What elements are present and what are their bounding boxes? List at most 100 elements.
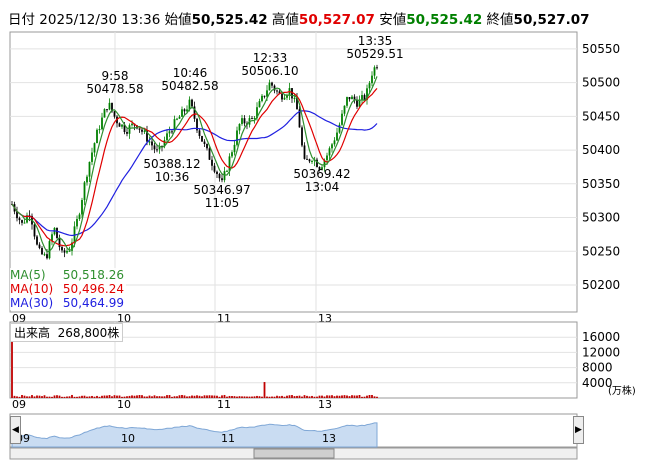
annotation-time: 10:46 <box>173 66 208 80</box>
candle-body <box>203 141 206 144</box>
candle-body <box>218 174 221 179</box>
candle-body <box>81 199 83 215</box>
annotation-value: 50346.97 <box>193 183 250 197</box>
volume-bar <box>101 395 103 398</box>
volume-bar <box>198 395 201 398</box>
right-arrow-icon: ▶ <box>575 425 582 435</box>
volume-bar <box>231 396 233 398</box>
candle-body <box>303 145 306 159</box>
volume-bar <box>141 395 143 398</box>
candle-body <box>128 125 131 134</box>
volume-bar <box>166 395 168 398</box>
volume-bar <box>281 395 283 398</box>
volume-bar <box>151 396 153 398</box>
candle-body <box>43 254 46 256</box>
volume-bar <box>68 396 71 398</box>
volume-bar <box>236 396 238 398</box>
annotation-time: 12:33 <box>253 51 288 65</box>
annotation-value: 50529.51 <box>346 47 403 61</box>
ma10-value: 50,496.24 <box>62 282 124 296</box>
candle-body <box>271 82 273 86</box>
volume-bar <box>256 395 258 398</box>
volume-bar <box>88 396 91 398</box>
volume-bar <box>168 395 171 398</box>
volume-tick-label: 16000 <box>582 330 620 344</box>
candle-body <box>183 109 186 112</box>
price-axis: 50550 50500 50450 50400 50350 50300 50250 50200 <box>582 42 620 292</box>
volume-time-label: 09 <box>12 398 26 411</box>
annotation-value: 50369.42 <box>293 167 350 181</box>
candle-body <box>206 143 208 149</box>
volume-bar <box>351 395 353 398</box>
candle-body <box>151 141 153 146</box>
volume-bar <box>273 396 276 398</box>
ma-legend: MA(5) 50,518.26 MA(10) 50,496.24 MA(30) 50,… <box>10 268 126 310</box>
candle-body <box>281 93 283 100</box>
volume-bar <box>308 396 311 398</box>
annotation-time: 11:05 <box>205 196 240 210</box>
volume-bar <box>283 396 286 398</box>
volume-bar <box>111 396 113 398</box>
chart-canvas: 50550 50500 50450 50400 50350 50300 50250 50200… <box>9 31 636 460</box>
candle-body <box>238 123 241 131</box>
volume-bar <box>103 395 106 398</box>
candle-body <box>168 131 171 134</box>
volume-bar <box>61 396 63 398</box>
price-tick-label: 50300 <box>582 211 620 225</box>
volume-bar <box>58 395 61 398</box>
candle-body <box>58 238 61 248</box>
candle-body <box>306 158 308 160</box>
volume-legend: 出来高 268,800株 <box>10 323 124 342</box>
volume-bar <box>186 396 188 398</box>
volume-bar <box>303 395 306 398</box>
navigator-right-button[interactable]: ▶ <box>573 416 584 444</box>
volume-bar <box>41 396 43 398</box>
candle-body <box>191 99 193 107</box>
volume-bar <box>43 395 46 398</box>
annotation-time: 10:36 <box>155 170 190 184</box>
volume-bar <box>361 396 363 398</box>
volume-bar <box>191 395 193 398</box>
volume-label: 出来高 <box>14 326 51 340</box>
candle-body <box>371 75 373 84</box>
volume-bar <box>176 396 178 398</box>
volume-bar <box>133 395 136 398</box>
candle-body <box>126 132 128 134</box>
annotation-time: 13:35 <box>358 34 393 48</box>
candle-body <box>18 218 21 221</box>
candle-body <box>156 149 158 151</box>
price-tick-label: 50400 <box>582 143 620 157</box>
volume-tick-label: 12000 <box>582 345 620 359</box>
volume-bar <box>48 396 51 398</box>
volume-bar <box>106 395 108 398</box>
left-arrow-icon: ◀ <box>12 425 19 435</box>
volume-tick-label: 8000 <box>582 361 613 375</box>
candle-body <box>258 101 261 108</box>
volume-bar <box>343 395 346 398</box>
volume-bar <box>291 395 293 398</box>
navigator-time-label: 13 <box>322 432 336 445</box>
candle-body <box>361 95 363 100</box>
candle-body <box>91 152 93 162</box>
volume-bar <box>243 396 246 398</box>
candle-body <box>201 135 203 142</box>
volume-bar <box>28 396 31 398</box>
volume-bar <box>71 394 73 398</box>
navigator-left-button[interactable]: ◀ <box>10 416 21 444</box>
candle-body <box>326 155 328 161</box>
candle-body <box>178 116 181 119</box>
volume-bar <box>96 395 98 398</box>
volume-bar <box>338 395 341 398</box>
candle-body <box>336 132 338 141</box>
volume-time-label: 13 <box>318 398 332 411</box>
volume-bar <box>76 396 78 398</box>
volume-bar <box>366 395 368 398</box>
volume-bar <box>178 395 181 398</box>
candle-body <box>311 161 313 163</box>
annotation-time: 9:58 <box>102 69 129 83</box>
price-tick-label: 50550 <box>582 42 620 56</box>
scrollbar-thumb[interactable] <box>253 448 335 459</box>
candle-body <box>308 159 311 162</box>
volume-bar <box>173 396 176 398</box>
candle-body <box>41 247 43 255</box>
